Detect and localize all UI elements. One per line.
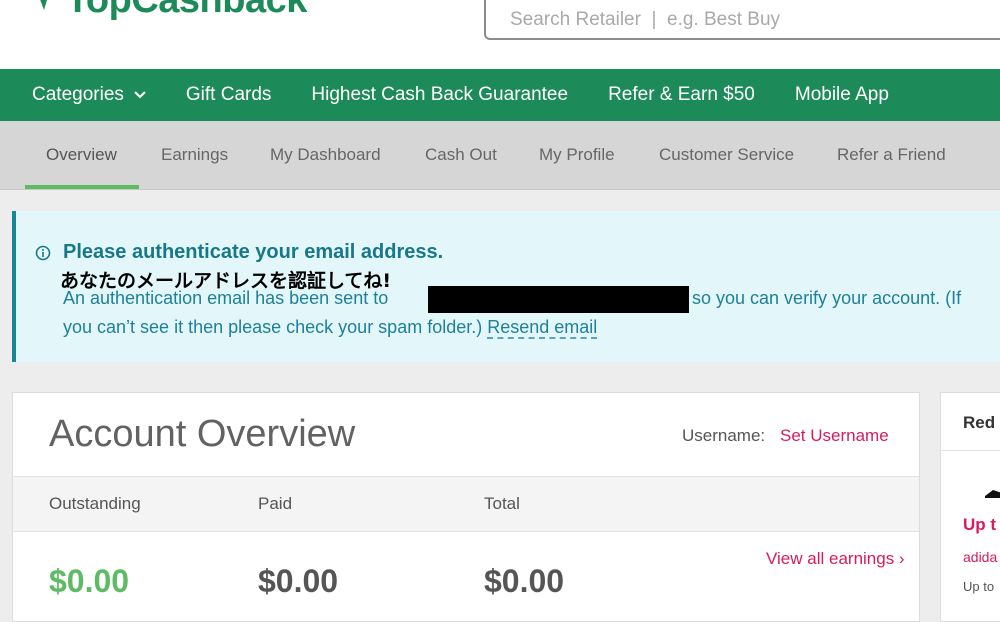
account-subnav: Overview Earnings My Dashboard Cash Out … xyxy=(0,121,1000,190)
email-auth-alert: Please authenticate your email address. … xyxy=(12,211,1000,362)
shoe-icon xyxy=(985,490,1000,498)
alert-message: An authentication email has been sent to xyxy=(63,288,389,308)
total-amount: $0.00 xyxy=(484,563,565,599)
nav-mobile-app[interactable]: Mobile App xyxy=(795,84,889,106)
outstanding-amount: $0.00 xyxy=(49,563,130,599)
offer-brand[interactable]: adida xyxy=(963,549,997,565)
top-header: TopCashback xyxy=(0,0,1000,69)
set-username-link[interactable]: Set Username xyxy=(780,426,889,446)
nav-gift-cards[interactable]: Gift Cards xyxy=(186,84,272,106)
search-input[interactable] xyxy=(486,0,1000,38)
offer-subtext: Up to xyxy=(963,579,995,594)
tab-my-profile[interactable]: My Profile xyxy=(539,121,615,189)
view-all-earnings-link[interactable]: View all earnings › xyxy=(766,549,905,569)
page-title: Account Overview xyxy=(49,413,356,455)
alert-message-cont: so you can verify your account. (If xyxy=(692,288,962,308)
username-label: Username: xyxy=(682,426,766,445)
nav-categories[interactable]: Categories xyxy=(32,84,146,106)
alert-message-text: you can’t see it then please check your … xyxy=(63,317,483,337)
tab-earnings[interactable]: Earnings xyxy=(161,121,228,189)
chevron-down-icon xyxy=(134,91,146,99)
nav-refer-earn[interactable]: Refer & Earn $50 xyxy=(608,84,755,106)
tab-customer-service[interactable]: Customer Service xyxy=(659,121,794,189)
nav-highest-cash-back[interactable]: Highest Cash Back Guarantee xyxy=(311,84,568,106)
paid-label: Paid xyxy=(258,494,293,513)
tab-my-dashboard[interactable]: My Dashboard xyxy=(270,121,381,189)
resend-email-link[interactable]: Resend email xyxy=(487,317,598,339)
side-promo-card: Red Up t adida Up to xyxy=(940,392,1000,622)
tab-refer-a-friend[interactable]: Refer a Friend xyxy=(837,121,946,189)
tab-overview[interactable]: Overview xyxy=(46,121,117,189)
redacted-email xyxy=(428,286,689,313)
tab-cash-out[interactable]: Cash Out xyxy=(425,121,497,189)
outstanding-label: Outstanding xyxy=(49,494,141,513)
offer-title[interactable]: Up t xyxy=(963,515,996,535)
alert-title: Please authenticate your email address. xyxy=(63,241,444,263)
total-label: Total xyxy=(484,494,520,513)
paid-amount: $0.00 xyxy=(258,563,339,599)
divider xyxy=(941,450,1000,451)
nav-label: Categories xyxy=(32,84,124,105)
logo-text: TopCashback xyxy=(66,0,307,22)
leaf-icon xyxy=(40,0,47,10)
active-tab-indicator xyxy=(25,185,139,189)
side-heading: Red xyxy=(963,413,996,432)
balances-header: Outstanding Paid Total xyxy=(13,476,919,532)
search-box[interactable] xyxy=(484,0,1000,40)
info-icon xyxy=(35,245,51,261)
alert-message-line2: you can’t see it then please check your … xyxy=(63,317,598,339)
site-logo[interactable]: TopCashback xyxy=(36,0,307,22)
main-nav: Categories Gift Cards Highest Cash Back … xyxy=(0,69,1000,121)
account-overview-card: Account Overview Username: Set Username … xyxy=(12,392,920,622)
